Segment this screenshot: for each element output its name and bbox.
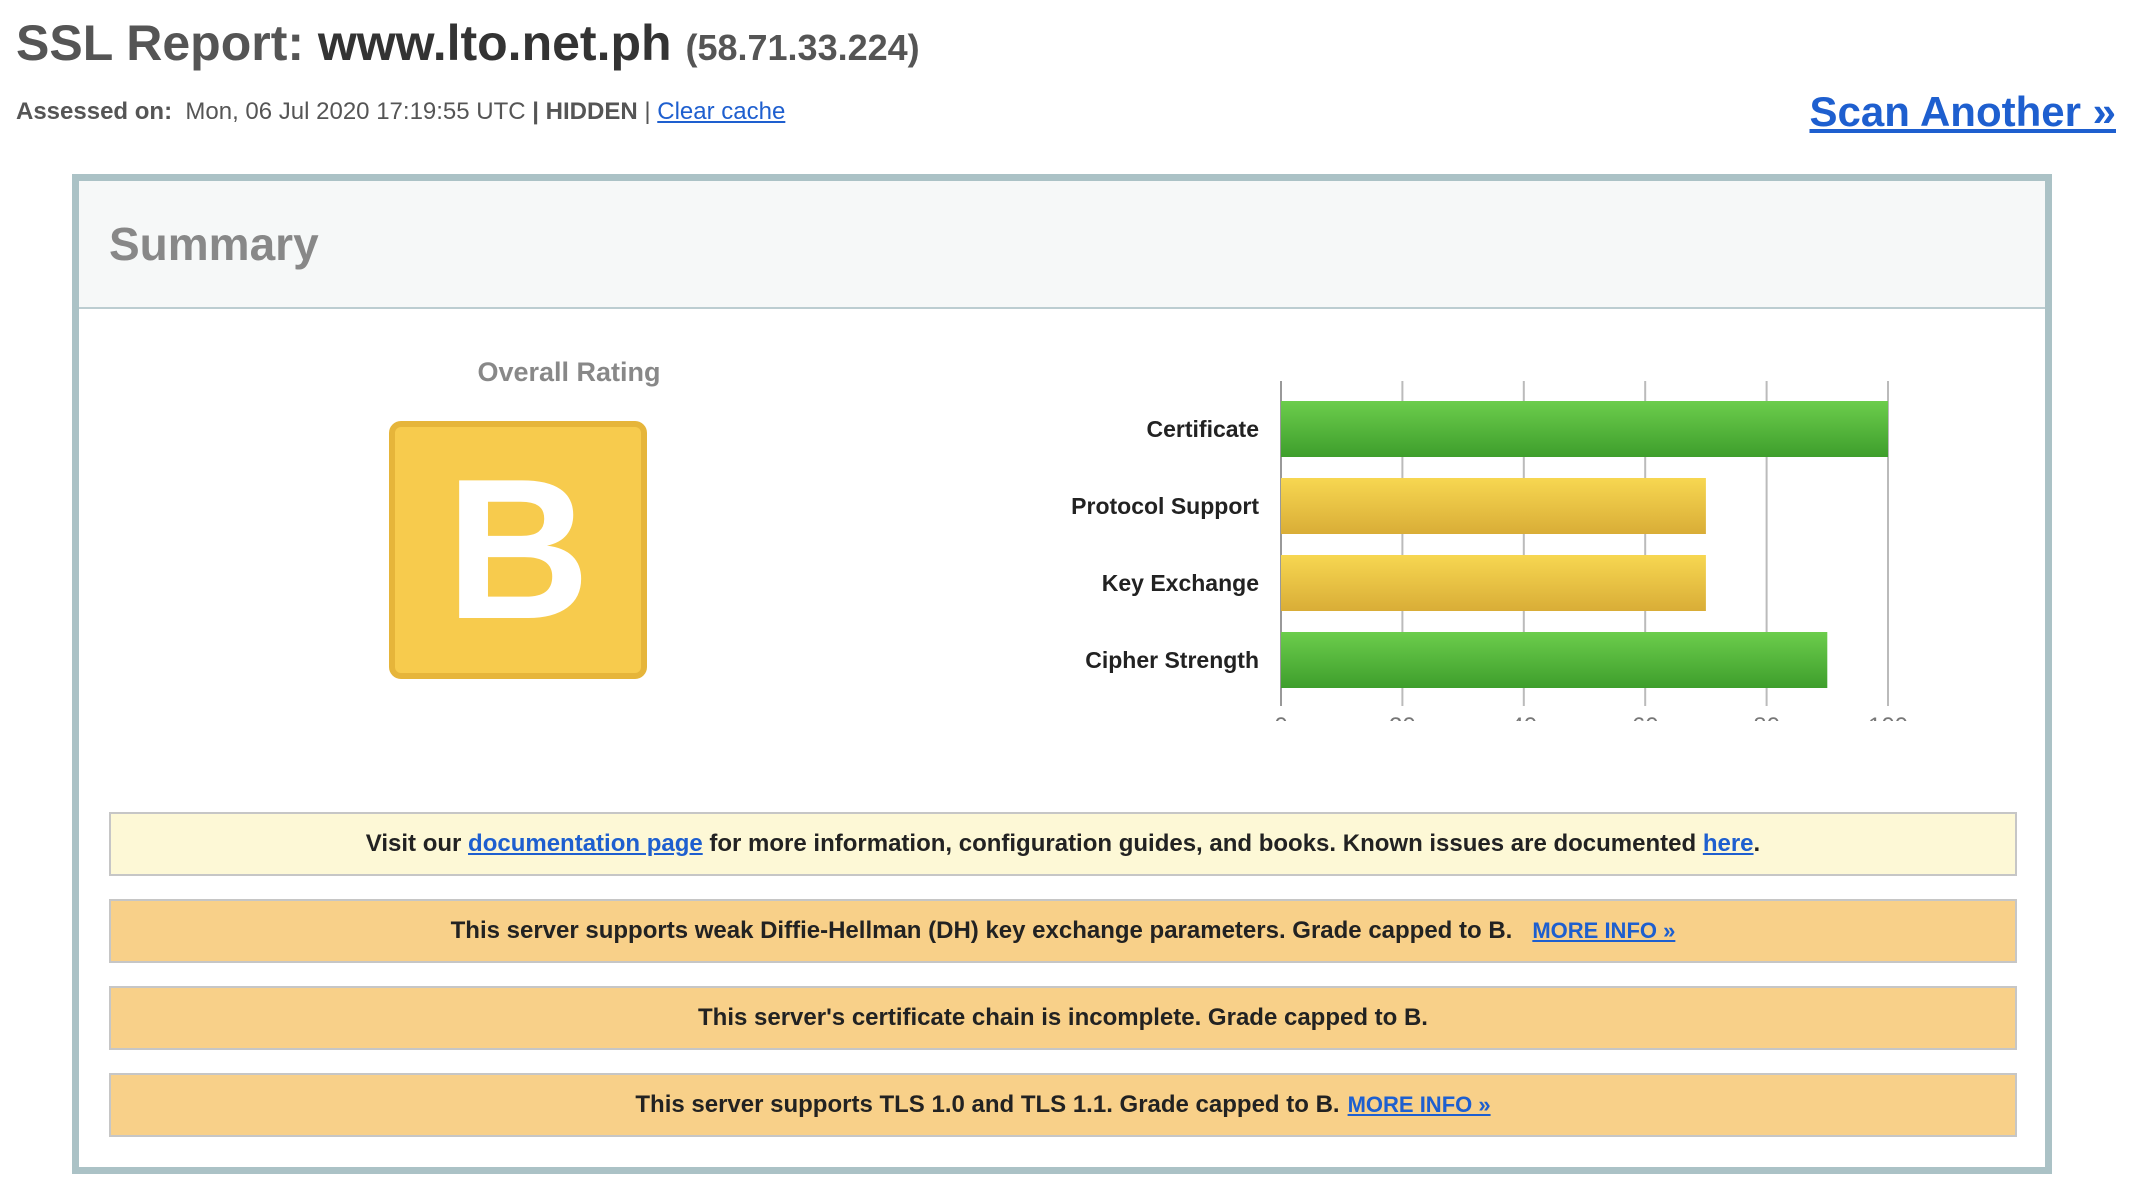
category-label: Cipher Strength: [1085, 647, 1259, 673]
documentation-notice: Visit our documentation page for more in…: [109, 812, 2017, 876]
x-tick-label: 20: [1389, 713, 1416, 721]
grade-letter: B: [445, 438, 591, 661]
x-tick-label: 100: [1868, 713, 1908, 721]
hidden-label: | HIDDEN: [532, 98, 638, 125]
documentation-page-link[interactable]: documentation page: [468, 830, 703, 858]
bar-key-exchange: [1281, 555, 1706, 611]
chain-warning-notice: This server's certificate chain is incom…: [109, 986, 2017, 1050]
assessed-separator: |: [644, 98, 651, 125]
doc-notice-middle: for more information, configuration guid…: [709, 830, 1697, 857]
bar-certificate: [1281, 401, 1888, 457]
clear-cache-link[interactable]: Clear cache: [657, 98, 785, 125]
x-tick-label: 40: [1510, 713, 1537, 721]
x-tick-label: 80: [1753, 713, 1780, 721]
assessed-line: Assessed on: Mon, 06 Jul 2020 17:19:55 U…: [16, 98, 785, 126]
title-ip: (58.71.33.224): [685, 27, 920, 68]
title-prefix: SSL Report:: [16, 15, 318, 71]
assessed-value: Mon, 06 Jul 2020 17:19:55 UTC: [185, 98, 526, 125]
chain-warning-text: This server's certificate chain is incom…: [698, 1004, 1428, 1031]
category-label: Key Exchange: [1102, 570, 1259, 596]
summary-title: Summary: [109, 218, 319, 270]
doc-notice-before: Visit our: [365, 830, 462, 857]
x-tick-label: 0: [1274, 713, 1287, 721]
bar-cipher-strength: [1281, 632, 1828, 688]
known-issues-link[interactable]: here: [1703, 830, 1754, 858]
dh-more-info-link[interactable]: MORE INFO »: [1532, 918, 1675, 944]
assessed-label: Assessed on:: [16, 98, 173, 125]
dh-warning-text: This server supports weak Diffie-Hellman…: [450, 917, 1513, 944]
rating-chart: Certificate Protocol Support Key Exchange C…: [1071, 381, 1908, 721]
summary-header: Summary: [79, 181, 2045, 309]
tls-warning-text: This server supports TLS 1.0 and TLS 1.1…: [635, 1091, 1340, 1118]
bar-protocol-support: [1281, 478, 1706, 534]
scan-another-link[interactable]: Scan Another »: [1809, 88, 2116, 136]
summary-panel: Summary Overall Rating B Certificate Prot…: [72, 174, 2052, 1174]
title-host: www.lto.net.ph: [317, 15, 672, 71]
x-tick-label: 60: [1632, 713, 1659, 721]
tls-warning-notice: This server supports TLS 1.0 and TLS 1.1…: [109, 1073, 2017, 1137]
dh-warning-notice: This server supports weak Diffie-Hellman…: [109, 899, 2017, 963]
overall-rating-label: Overall Rating: [477, 357, 661, 387]
doc-notice-after: .: [1753, 830, 1761, 857]
tls-more-info-link[interactable]: MORE INFO »: [1348, 1092, 1491, 1118]
category-label: Protocol Support: [1071, 493, 1259, 519]
category-label: Certificate: [1147, 416, 1259, 442]
grade-badge: B: [389, 421, 647, 679]
page-title: SSL Report: www.lto.net.ph (58.71.33.224…: [16, 18, 920, 68]
